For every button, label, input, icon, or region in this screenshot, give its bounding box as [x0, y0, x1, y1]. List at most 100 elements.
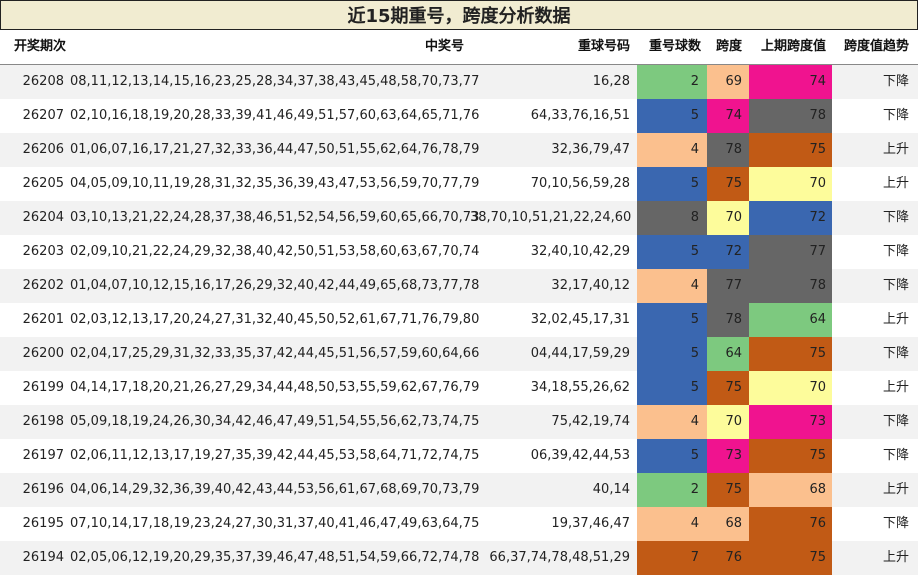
- trend-cell: 上升: [882, 550, 909, 565]
- header-main-numbers: 中奖号: [424, 39, 464, 54]
- table-row: 26201 02,03,12,13,17,20,24,27,31,32,40,45…: [0, 303, 918, 337]
- repeat-numbers-cell: 38,70,10,51,21,22,24,60: [470, 210, 632, 225]
- main-numbers-cell: 07,10,14,17,18,19,23,24,27,30,31,37,40,4…: [70, 516, 480, 531]
- span-cell: 70: [707, 201, 749, 235]
- period-cell: 26202: [22, 278, 64, 293]
- trend-cell: 上升: [882, 176, 909, 191]
- span-cell: 78: [707, 133, 749, 167]
- period-cell: 26194: [22, 550, 64, 565]
- trend-cell: 下降: [882, 414, 909, 429]
- repeat-count-cell: 2: [637, 473, 707, 507]
- main-numbers-cell: 02,10,16,18,19,20,28,33,39,41,46,49,51,5…: [70, 108, 480, 123]
- main-numbers-cell: 02,05,06,12,19,20,29,35,37,39,46,47,48,5…: [70, 550, 480, 565]
- main-numbers-cell: 02,03,12,13,17,20,24,27,31,32,40,45,50,5…: [70, 312, 480, 327]
- repeat-count-cell: 8: [637, 201, 707, 235]
- span-cell: 75: [707, 371, 749, 405]
- prev-span-cell: 75: [749, 439, 832, 473]
- prev-span-cell: 73: [749, 405, 832, 439]
- prev-span-cell: 77: [749, 235, 832, 269]
- trend-cell: 上升: [882, 482, 909, 497]
- repeat-numbers-cell: 16,28: [592, 74, 630, 89]
- repeat-numbers-cell: 34,18,55,26,62: [530, 380, 630, 395]
- table-row: 26197 02,06,11,12,13,17,19,27,35,39,42,44…: [0, 439, 918, 473]
- prev-span-cell: 75: [749, 541, 832, 575]
- repeat-count-cell: 2: [637, 65, 707, 99]
- trend-cell: 下降: [882, 346, 909, 361]
- period-cell: 26204: [22, 210, 64, 225]
- repeat-numbers-cell: 32,17,40,12: [551, 278, 630, 293]
- period-cell: 26199: [22, 380, 64, 395]
- repeat-count-cell: 5: [637, 167, 707, 201]
- repeat-numbers-cell: 04,44,17,59,29: [530, 346, 630, 361]
- main-numbers-cell: 05,09,18,19,24,26,30,34,42,46,47,49,51,5…: [70, 414, 480, 429]
- repeat-count-cell: 5: [637, 99, 707, 133]
- trend-cell: 下降: [882, 74, 909, 89]
- main-numbers-cell: 04,06,14,29,32,36,39,40,42,43,44,53,56,6…: [70, 482, 480, 497]
- repeat-numbers-cell: 64,33,76,16,51: [530, 108, 630, 123]
- span-cell: 69: [707, 65, 749, 99]
- main-numbers-cell: 04,14,17,18,20,21,26,27,29,34,44,48,50,5…: [70, 380, 480, 395]
- span-cell: 64: [707, 337, 749, 371]
- span-cell: 77: [707, 269, 749, 303]
- main-numbers-cell: 02,06,11,12,13,17,19,27,35,39,42,44,45,5…: [70, 448, 480, 463]
- header-span-trend: 跨度值趋势: [843, 39, 909, 54]
- repeat-count-cell: 5: [637, 303, 707, 337]
- prev-span-cell: 75: [749, 133, 832, 167]
- repeat-numbers-cell: 75,42,19,74: [551, 414, 630, 429]
- prev-span-cell: 76: [749, 507, 832, 541]
- period-cell: 26196: [22, 482, 64, 497]
- repeat-numbers-cell: 70,10,56,59,28: [530, 176, 630, 191]
- table-row: 26206 01,06,07,16,17,21,27,32,33,36,44,47…: [0, 133, 918, 167]
- trend-cell: 下降: [882, 278, 909, 293]
- main-numbers-cell: 02,09,10,21,22,24,29,32,38,40,42,50,51,5…: [70, 244, 480, 259]
- repeat-numbers-cell: 40,14: [592, 482, 630, 497]
- span-cell: 74: [707, 99, 749, 133]
- prev-span-cell: 74: [749, 65, 832, 99]
- repeat-count-cell: 4: [637, 269, 707, 303]
- repeat-count-cell: 4: [637, 405, 707, 439]
- period-cell: 26206: [22, 142, 64, 157]
- prev-span-cell: 72: [749, 201, 832, 235]
- trend-cell: 下降: [882, 108, 909, 123]
- header-span: 跨度: [715, 39, 742, 54]
- repeat-count-cell: 4: [637, 133, 707, 167]
- table-row: 26195 07,10,14,17,18,19,23,24,27,30,31,37…: [0, 507, 918, 541]
- span-cell: 78: [707, 303, 749, 337]
- span-cell: 75: [707, 167, 749, 201]
- main-numbers-cell: 08,11,12,13,14,15,16,23,25,28,34,37,38,4…: [70, 74, 480, 89]
- span-cell: 72: [707, 235, 749, 269]
- prev-span-cell: 68: [749, 473, 832, 507]
- period-cell: 26200: [22, 346, 64, 361]
- prev-span-cell: 78: [749, 269, 832, 303]
- trend-cell: 上升: [882, 142, 909, 157]
- main-numbers-cell: 02,04,17,25,29,31,32,33,35,37,42,44,45,5…: [70, 346, 480, 361]
- table-row: 26198 05,09,18,19,24,26,30,34,42,46,47,49…: [0, 405, 918, 439]
- trend-cell: 上升: [882, 312, 909, 327]
- table-row: 26208 08,11,12,13,14,15,16,23,25,28,34,37…: [0, 65, 918, 99]
- table-row: 26203 02,09,10,21,22,24,29,32,38,40,42,50…: [0, 235, 918, 269]
- period-cell: 26201: [22, 312, 64, 327]
- repeat-numbers-cell: 32,36,79,47: [551, 142, 630, 157]
- repeat-numbers-cell: 32,02,45,17,31: [530, 312, 630, 327]
- repeat-count-cell: 5: [637, 235, 707, 269]
- table-row: 26207 02,10,16,18,19,20,28,33,39,41,46,49…: [0, 99, 918, 133]
- repeat-count-cell: 5: [637, 371, 707, 405]
- repeat-numbers-cell: 66,37,74,78,48,51,29: [489, 550, 630, 565]
- prev-span-cell: 75: [749, 337, 832, 371]
- repeat-numbers-cell: 06,39,42,44,53: [530, 448, 630, 463]
- main-numbers-cell: 01,06,07,16,17,21,27,32,33,36,44,47,50,5…: [70, 142, 480, 157]
- table-header: 开奖期次 中奖号 重球号码 重号球数 跨度 上期跨度值 跨度值趋势: [0, 30, 918, 65]
- table-row: 26204 03,10,13,21,22,24,28,37,38,46,51,52…: [0, 201, 918, 235]
- period-cell: 26203: [22, 244, 64, 259]
- period-cell: 26198: [22, 414, 64, 429]
- main-numbers-cell: 01,04,07,10,12,15,16,17,26,29,32,40,42,4…: [70, 278, 480, 293]
- trend-cell: 上升: [882, 380, 909, 395]
- trend-cell: 下降: [882, 448, 909, 463]
- table-row: 26202 01,04,07,10,12,15,16,17,26,29,32,40…: [0, 269, 918, 303]
- span-cell: 76: [707, 541, 749, 575]
- period-cell: 26208: [22, 74, 64, 89]
- table-title: 近15期重号，跨度分析数据: [0, 0, 918, 30]
- prev-span-cell: 70: [749, 167, 832, 201]
- prev-span-cell: 70: [749, 371, 832, 405]
- period-cell: 26205: [22, 176, 64, 191]
